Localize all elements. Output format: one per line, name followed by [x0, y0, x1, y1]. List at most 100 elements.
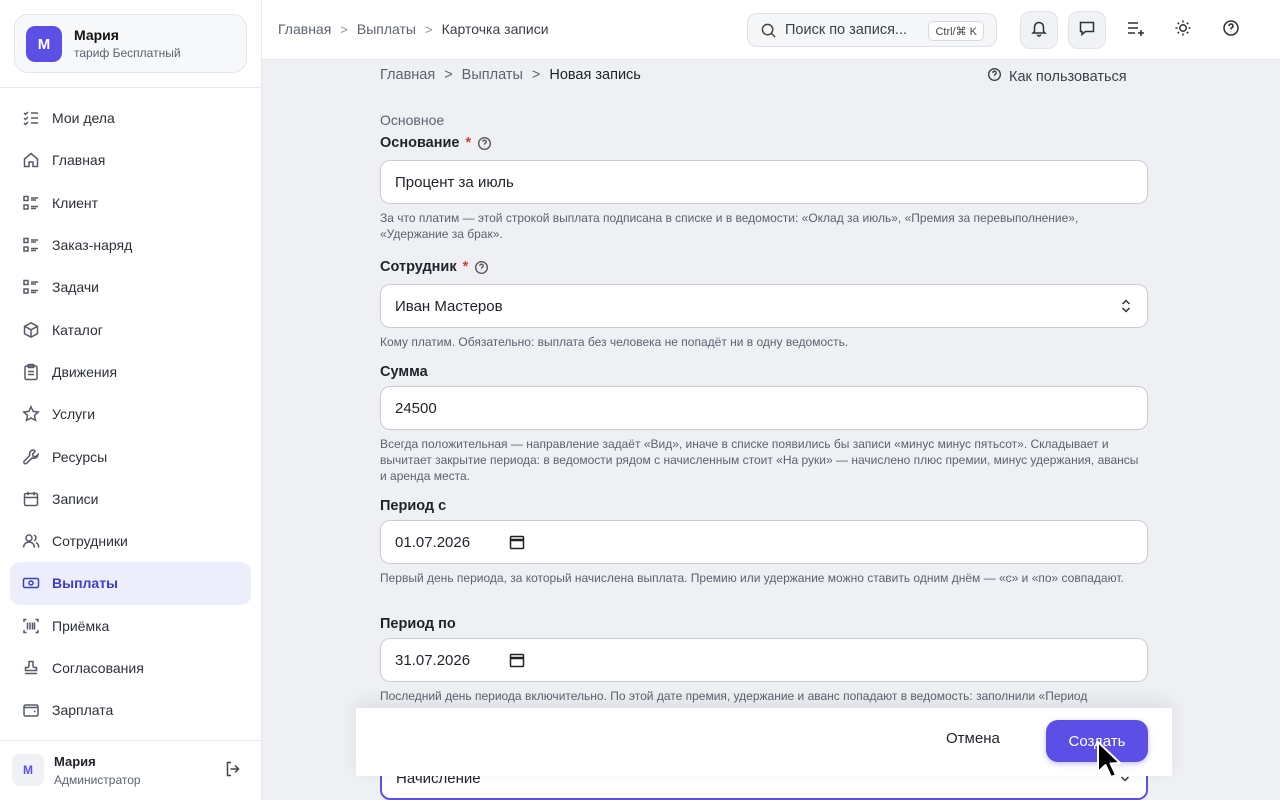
- sun-icon: [1174, 19, 1192, 42]
- sidebar-item-label: Заказ-наряд: [52, 237, 133, 254]
- calendar-icon[interactable]: [509, 534, 525, 550]
- sidebar-item-label: Клиент: [52, 194, 99, 211]
- sidebar-item-label: Согласования: [52, 660, 144, 676]
- sidebar-item-movements[interactable]: Движения: [10, 351, 251, 393]
- bell-icon: [1030, 19, 1048, 42]
- theme-toggle[interactable]: [1164, 11, 1202, 49]
- clipboard-icon: [22, 363, 40, 381]
- sidebar-item-employees[interactable]: Сотрудники: [10, 520, 251, 562]
- help-icon: [1222, 19, 1240, 42]
- notifications-button[interactable]: [1020, 11, 1058, 49]
- list-check-icon: [22, 109, 40, 127]
- sidebar-item-catalog[interactable]: Каталог: [10, 308, 251, 350]
- sidebar-item-records[interactable]: Записи: [10, 478, 251, 520]
- sidebar-item-home[interactable]: Главная: [10, 139, 251, 181]
- howto-label: Как пользоваться: [1009, 68, 1127, 85]
- main-content: Главная > Выплаты > Новая запись Как пол…: [262, 60, 1280, 800]
- sidebar-item-approvals[interactable]: Согласования: [10, 647, 251, 689]
- list-icon: [22, 194, 40, 212]
- help-icon[interactable]: [477, 136, 492, 151]
- help-icon[interactable]: [474, 260, 489, 275]
- amount-hint: Всегда положительная — направление задаё…: [380, 437, 1139, 483]
- search-input[interactable]: Поиск по запися... Ctrl/⌘ K: [747, 13, 997, 47]
- sidebar-item-my-tasks[interactable]: Мои дела: [10, 97, 251, 139]
- period-to-label-text: Период по: [380, 616, 456, 632]
- sidebar-item-receiving[interactable]: Приёмка: [10, 605, 251, 647]
- period-from-label-text: Период с: [380, 498, 447, 514]
- breadcrumb-home[interactable]: Главная: [278, 21, 331, 37]
- users-icon: [22, 532, 40, 550]
- chevron-right-icon: >: [444, 67, 453, 83]
- period-to-date-input[interactable]: 31.07.2026: [380, 638, 1148, 682]
- sidebar-item-label: Приёмка: [52, 617, 110, 634]
- required-mark: *: [465, 135, 472, 151]
- account-switcher[interactable]: М Мария тариф Бесплатный: [14, 14, 247, 73]
- banknote-icon: [22, 574, 40, 592]
- avatar: М: [26, 26, 62, 62]
- chevron-right-icon: >: [425, 21, 433, 37]
- sidebar: М Мария тариф Бесплатный Мои дела Главна…: [0, 0, 262, 800]
- period-from-date-input[interactable]: 01.07.2026: [380, 520, 1148, 564]
- sidebar-item-label: Задачи: [52, 279, 100, 296]
- employee-select[interactable]: Иван Мастеров: [380, 284, 1148, 328]
- required-mark: *: [462, 259, 469, 275]
- queue-button[interactable]: [1116, 11, 1154, 49]
- cancel-button[interactable]: Отмена: [946, 730, 1000, 747]
- basis-input[interactable]: Процент за июль: [380, 160, 1148, 204]
- sidebar-item-label: Зарплата: [52, 702, 114, 719]
- section-title: Основное: [380, 112, 445, 128]
- breadcrumb: Главная > Выплаты > Карточка записи: [278, 21, 549, 37]
- help-icon: [987, 67, 1002, 86]
- barcode-icon: [22, 617, 40, 635]
- chevron-right-icon: >: [531, 67, 541, 83]
- sidebar-item-resources[interactable]: Ресурсы: [10, 435, 251, 477]
- basis-hint: За что платим — этой строкой выплата под…: [380, 211, 1079, 241]
- messages-button[interactable]: [1068, 11, 1106, 49]
- sidebar-nav: Мои дела Главная Клиент Заказ-наряд Зада…: [10, 97, 251, 731]
- sidebar-item-label: Записи: [52, 490, 99, 507]
- home-icon: [22, 151, 40, 169]
- sidebar-item-label: Движения: [52, 363, 118, 380]
- calendar-icon[interactable]: [509, 652, 525, 668]
- search-shortcut: Ctrl/⌘ K: [928, 21, 984, 41]
- wallet-icon: [22, 701, 40, 719]
- breadcrumb-payouts[interactable]: Выплаты: [462, 67, 523, 83]
- breadcrumb-payouts[interactable]: Выплаты: [357, 21, 416, 37]
- current-user: М Мария Администратор: [0, 740, 261, 800]
- star-icon: [22, 405, 40, 423]
- logout-icon[interactable]: [224, 760, 242, 778]
- chevron-right-icon: >: [340, 21, 348, 37]
- stamp-icon: [22, 659, 40, 677]
- period-to-hint: Последний день периода включительно. По …: [380, 689, 1088, 703]
- employee-label-text: Сотрудник: [380, 259, 457, 275]
- sidebar-item-label: Услуги: [52, 406, 96, 423]
- amount-input[interactable]: 24500: [380, 386, 1148, 430]
- sidebar-item-label: Ресурсы: [52, 448, 108, 465]
- sidebar-item-label: Мои дела: [52, 110, 115, 127]
- calendar-icon: [22, 490, 40, 508]
- sidebar-item-payouts[interactable]: Выплаты: [10, 562, 251, 605]
- chevron-up-down-icon: [1119, 297, 1133, 315]
- user-name: Мария: [54, 754, 96, 769]
- help-button[interactable]: [1212, 11, 1250, 49]
- sidebar-item-label: Выплаты: [52, 575, 119, 592]
- wrench-icon: [22, 448, 40, 466]
- breadcrumb-home[interactable]: Главная: [380, 67, 435, 83]
- sidebar-item-services[interactable]: Услуги: [10, 393, 251, 435]
- sidebar-item-salary[interactable]: Зарплата: [10, 689, 251, 731]
- form-action-bar: Отмена Создать: [356, 708, 1172, 776]
- account-plan: тариф Бесплатный: [74, 46, 181, 60]
- basis-label: Основание *: [380, 135, 492, 151]
- howto-link[interactable]: Как пользоваться: [987, 67, 1127, 86]
- period-to-value: 31.07.2026: [395, 651, 471, 669]
- sidebar-item-tasks[interactable]: Задачи: [10, 266, 251, 308]
- mouse-cursor-icon: [1097, 741, 1121, 778]
- sidebar-item-client[interactable]: Клиент: [10, 182, 251, 224]
- employee-label: Сотрудник *: [380, 259, 489, 275]
- sidebar-item-label: Сотрудники: [52, 533, 128, 550]
- search-placeholder: Поиск по запися...: [785, 22, 908, 38]
- divider: [0, 87, 261, 88]
- amount-label: Сумма: [380, 364, 428, 380]
- user-role: Администратор: [54, 773, 141, 787]
- sidebar-item-work-order[interactable]: Заказ-наряд: [10, 224, 251, 266]
